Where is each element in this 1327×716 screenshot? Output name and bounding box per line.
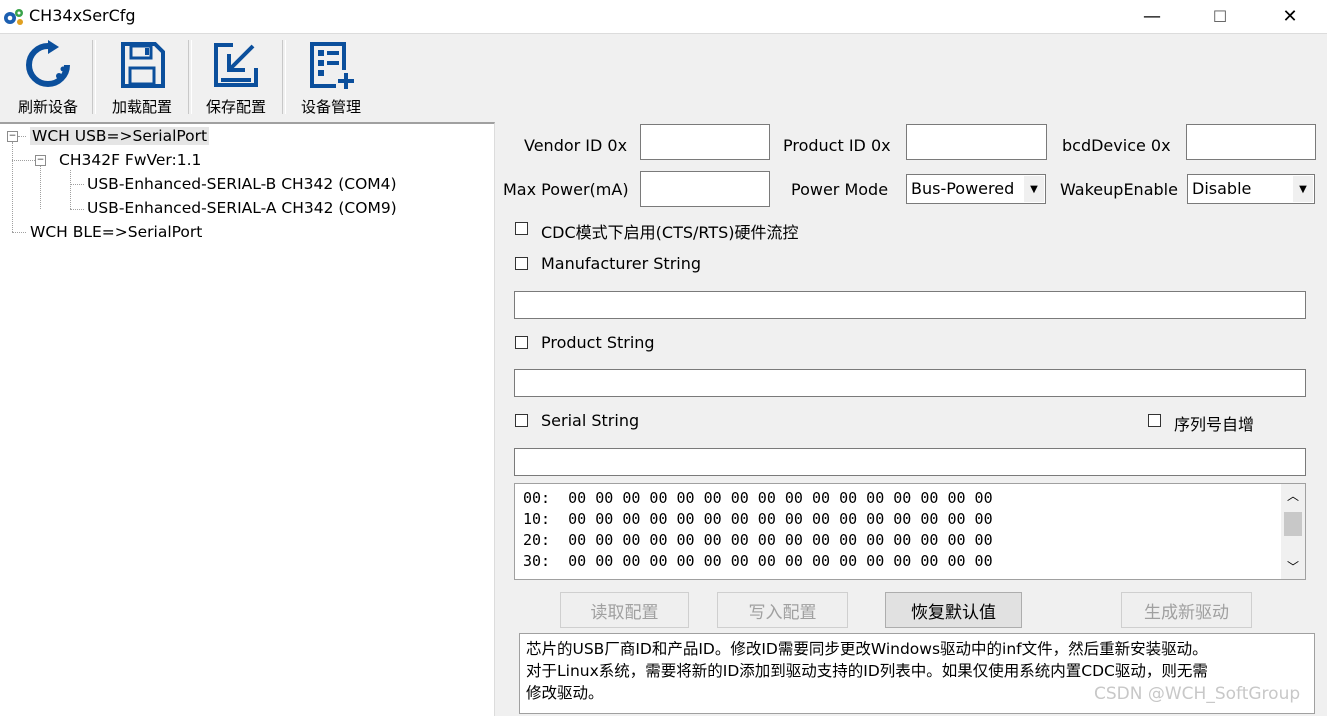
serial-auto-increment-label: 序列号自增 [1174,415,1255,434]
power-mode-value: Bus-Powered [911,179,1015,198]
tree-connector [12,160,35,161]
refresh-icon [26,40,70,87]
tree-connector [18,136,26,137]
hex-row: 10: 00 00 00 00 00 00 00 00 00 00 00 00 … [523,510,993,528]
tree-item-ch342f[interactable]: CH342F FwVer:1.1 [59,151,201,169]
manufacturer-string-input[interactable] [514,291,1306,319]
restore-defaults-button[interactable]: 恢复默认值 [885,592,1022,628]
tree-connector [70,209,84,210]
load-config-button[interactable]: 加载配置 [98,38,186,118]
vendor-id-input[interactable] [640,124,770,160]
gear-app-icon [4,9,23,25]
serial-string-checkbox[interactable] [515,414,528,427]
serial-string-input[interactable] [514,448,1306,476]
hex-scrollbar[interactable]: ︿ ﹀ [1281,484,1305,579]
hex-row: 00: 00 00 00 00 00 00 00 00 00 00 00 00 … [523,489,993,507]
device-manager-label: 设备管理 [300,98,361,116]
hex-row: 20: 00 00 00 00 00 00 00 00 00 00 00 00 … [523,531,993,549]
product-string-label: Product String [541,333,655,352]
power-mode-label: Power Mode [791,180,889,199]
tree-item-wch-ble[interactable]: WCH BLE=>SerialPort [30,223,202,241]
maximize-button[interactable]: ☐ [1197,0,1243,33]
bcd-device-input[interactable] [1186,124,1316,160]
collapse-icon[interactable]: − [35,155,46,166]
toolbar-divider [92,40,96,114]
save-config-button[interactable]: 保存配置 [192,38,280,118]
info-line: 芯片的USB厂商ID和产品ID。修改ID需要同步更改Windows驱动中的inf… [526,640,1208,658]
save-config-label: 保存配置 [205,98,266,116]
chevron-down-icon: ▼ [1024,176,1044,202]
toolbar-divider [282,40,286,114]
scroll-down-icon[interactable]: ﹀ [1287,558,1299,575]
bcd-device-label: bcdDevice 0x [1062,136,1171,155]
collapse-icon[interactable]: − [7,131,18,142]
refresh-device-button[interactable]: 刷新设备 [6,38,90,118]
manufacturer-string-label: Manufacturer String [541,254,702,273]
tree-item-wch-usb[interactable]: WCH USB=>SerialPort [30,127,210,145]
wakeup-enable-value: Disable [1192,179,1252,198]
read-config-button[interactable]: 读取配置 [560,592,689,628]
tree-connector [12,232,26,233]
power-mode-select[interactable]: Bus-Powered ▼ [906,174,1046,204]
hex-row: 30: 00 00 00 00 00 00 00 00 00 00 00 00 … [523,552,993,570]
write-config-button[interactable]: 写入配置 [717,592,848,628]
vendor-id-label: Vendor ID 0x [524,136,628,155]
serial-auto-increment-checkbox[interactable] [1148,414,1161,427]
scroll-thumb[interactable] [1284,512,1302,536]
scroll-up-icon[interactable]: ︿ [1287,487,1299,504]
product-id-label: Product ID 0x [783,136,891,155]
wakeup-enable-label: WakeupEnable [1060,180,1178,199]
window-title: CH34xSerCfg [29,6,136,25]
tree-connector [70,184,84,185]
product-string-checkbox[interactable] [515,336,528,349]
tree-connector [12,142,13,232]
generate-driver-button[interactable]: 生成新驱动 [1121,592,1252,628]
close-button[interactable]: ✕ [1267,0,1313,33]
save-arrow-icon [214,43,258,87]
load-config-label: 加载配置 [111,98,172,116]
info-line: 对于Linux系统，需要将新的ID添加到驱动支持的ID列表中。如果仅使用系统内置… [526,662,1208,680]
device-manager-button[interactable]: 设备管理 [288,38,374,118]
product-id-input[interactable] [906,124,1047,160]
tree-connector [70,170,71,209]
refresh-device-label: 刷新设备 [17,98,78,116]
watermark: CSDN @WCH_SoftGroup [1094,684,1301,704]
tree-connector [40,166,41,209]
minimize-button[interactable]: — [1129,0,1175,33]
device-manager-icon [310,42,354,89]
save-disk-icon [121,42,165,88]
hex-dump-view[interactable]: 00: 00 00 00 00 00 00 00 00 00 00 00 00 … [514,483,1306,580]
tree-item-serial-a[interactable]: USB-Enhanced-SERIAL-A CH342 (COM9) [87,199,397,217]
title-bar [0,0,1327,33]
product-string-input[interactable] [514,369,1306,397]
tree-item-serial-b[interactable]: USB-Enhanced-SERIAL-B CH342 (COM4) [87,175,397,193]
cdc-flow-control-label: CDC模式下启用(CTS/RTS)硬件流控 [541,223,799,242]
max-power-input[interactable] [640,171,770,207]
max-power-label: Max Power(mA) [503,180,629,199]
manufacturer-string-checkbox[interactable] [515,257,528,270]
wakeup-enable-select[interactable]: Disable ▼ [1187,174,1315,204]
serial-string-label: Serial String [541,411,640,430]
chevron-down-icon: ▼ [1293,176,1313,202]
cdc-flow-control-checkbox[interactable] [515,222,528,235]
